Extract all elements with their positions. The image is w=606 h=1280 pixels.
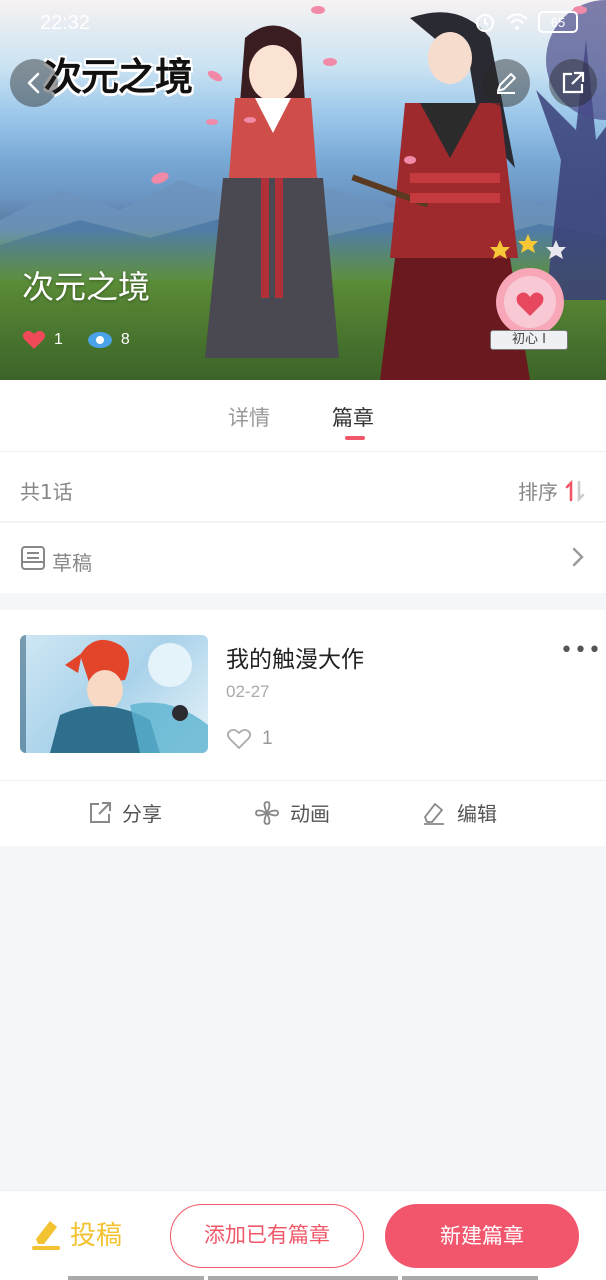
battery-level: 65: [550, 14, 566, 30]
animation-button[interactable]: 动画: [254, 798, 330, 827]
eye-icon: [87, 332, 112, 348]
nav-indicator: [402, 1276, 538, 1280]
app-logo: 次元之境: [44, 55, 193, 99]
likes-count: 1: [54, 331, 63, 348]
drafts-label: 草稿: [52, 551, 92, 575]
level-badge-label: 初心 I: [490, 330, 568, 350]
chapter-likes[interactable]: 1: [226, 728, 273, 750]
sort-label: 排序: [518, 480, 558, 504]
work-stats: 1 8: [22, 330, 154, 350]
likes-stat: 1: [22, 330, 63, 350]
divider: [0, 780, 606, 781]
pencil-icon: [497, 73, 516, 94]
edit-chapter-button[interactable]: 编辑: [421, 798, 497, 827]
chevron-left-icon: [27, 72, 40, 94]
work-title: 次元之境: [22, 268, 151, 306]
chapter-count: 共1话: [20, 480, 73, 504]
chapter-date: 02-27: [226, 682, 270, 701]
pinwheel-icon: [255, 800, 279, 825]
sort-icon: [565, 479, 585, 502]
share-chapter-button[interactable]: 分享: [88, 798, 162, 827]
views-count: 8: [120, 331, 130, 348]
wifi-icon: [506, 13, 528, 30]
sort-button[interactable]: 排序: [518, 476, 586, 505]
chapter-card[interactable]: 我的触漫大作 02-27 1 ••• 分享 动画 编辑: [0, 610, 606, 846]
chapter-cover-illustration: [20, 635, 208, 753]
tab-chapters[interactable]: 篇章: [332, 402, 374, 432]
chapter-thumbnail[interactable]: [20, 635, 208, 753]
tab-bar: 详情 篇章: [0, 380, 606, 452]
share-icon: [562, 71, 585, 94]
battery-indicator: 65: [538, 11, 578, 33]
back-button[interactable]: [10, 59, 58, 107]
views-stat: 8: [87, 330, 130, 350]
nav-indicator: [208, 1276, 398, 1280]
animation-label: 动画: [290, 802, 330, 826]
eraser-edit-icon: [424, 802, 444, 825]
heart-outline-icon: [226, 728, 252, 749]
chapter-likes-count: 1: [262, 728, 273, 749]
add-existing-chapter-button[interactable]: 添加已有篇章: [170, 1204, 364, 1268]
alarm-icon: [476, 14, 494, 32]
drafts-row[interactable]: 草稿: [0, 523, 606, 593]
status-time: 22:32: [40, 12, 91, 34]
edit-work-button[interactable]: [482, 59, 530, 107]
highlighter-icon: [32, 1220, 60, 1250]
bottom-action-bar: 投稿 添加已有篇章 新建篇章: [0, 1190, 606, 1280]
more-options-button[interactable]: •••: [560, 638, 602, 663]
active-tab-indicator: [345, 436, 365, 440]
status-bar: 22:32 65: [0, 0, 606, 44]
share-chapter-label: 分享: [122, 802, 162, 826]
nav-indicator: [68, 1276, 204, 1280]
draft-box-icon: [21, 546, 45, 570]
share-work-button[interactable]: [549, 59, 597, 107]
submit-button[interactable]: 投稿: [30, 1215, 122, 1252]
chapter-title[interactable]: 我的触漫大作: [226, 640, 364, 674]
chevron-right-icon: [572, 547, 584, 567]
edit-chapter-label: 编辑: [457, 802, 497, 826]
new-chapter-button[interactable]: 新建篇章: [385, 1204, 579, 1268]
heart-icon: [22, 330, 46, 349]
chapter-count-row: 共1话 排序: [0, 452, 606, 522]
share-icon: [90, 801, 111, 823]
tab-details[interactable]: 详情: [228, 402, 270, 432]
submit-label: 投稿: [70, 1221, 123, 1251]
cover-banner: 22:32 65 次元之境 次元之境 1 8 初心 I: [0, 0, 606, 380]
